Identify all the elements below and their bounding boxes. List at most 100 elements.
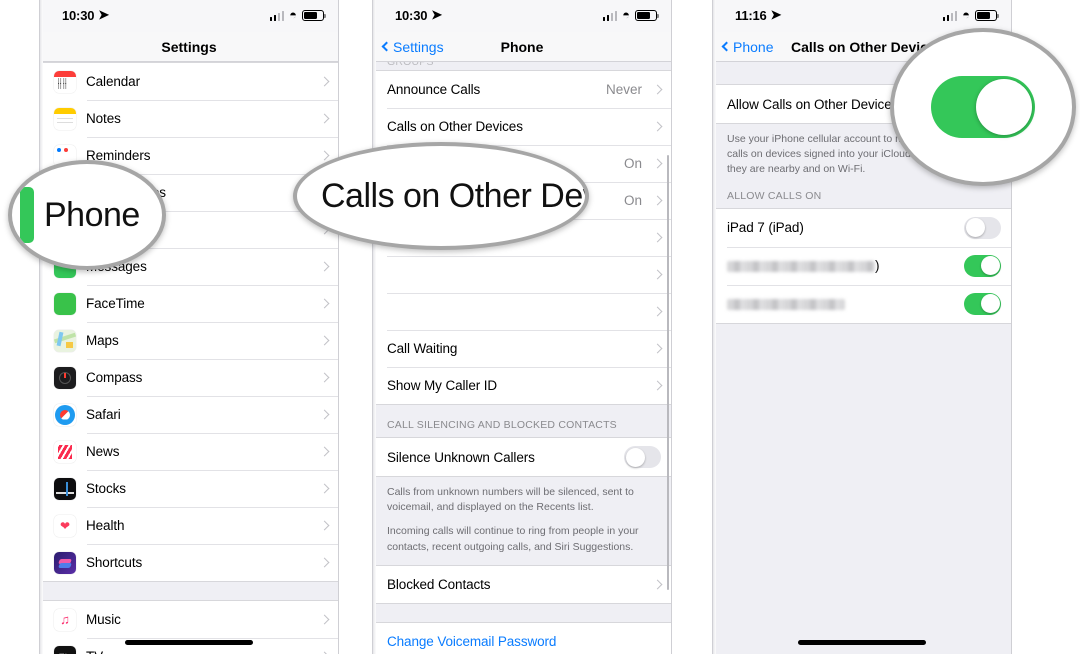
row-blocked-contacts[interactable]: Blocked Contacts [373, 565, 671, 603]
row-label: Stocks [86, 481, 126, 496]
status-bar: 10:30 ➤ ◓ [40, 0, 338, 32]
back-button[interactable]: Phone [721, 39, 773, 55]
status-indicators: ◓ [942, 7, 1000, 22]
row-label: Show My Caller ID [387, 378, 498, 393]
chevron-right-icon [652, 121, 663, 132]
chevron-right-icon [319, 261, 330, 272]
row-call-waiting[interactable]: Call Waiting [373, 330, 671, 367]
status-time-text: 10:30 [395, 8, 428, 23]
cellular-bars-icon [942, 10, 958, 21]
chevron-right-icon [652, 269, 663, 280]
facetime-app-icon [54, 292, 76, 315]
row-device-ipad7[interactable]: iPad 7 (iPad) [713, 208, 1011, 247]
row-label: Shortcuts [86, 555, 143, 570]
footnote-line-1: Calls from unknown numbers will be silen… [387, 486, 634, 514]
row-extra-3[interactable] [373, 293, 671, 330]
allow-calls-on-header: ALLOW CALLS ON [727, 189, 822, 202]
chevron-right-icon [319, 335, 330, 346]
settings-scroll-area[interactable]: ⠿⠿ ⠿⠿ Calendar Notes Reminders Messages … [40, 62, 338, 654]
sidebar-item-facetime[interactable]: FaceTime [40, 285, 338, 322]
devices-section: iPad 7 (iPad) ) [713, 207, 1011, 324]
allow-calls-toggle-zoom [931, 76, 1035, 138]
screenshot-stage: 10:30 ➤ ◓ Settings ⠿⠿ ⠿⠿ Calendar Notes … [0, 0, 1080, 654]
chevron-right-icon [319, 483, 330, 494]
status-time-text: 11:16 [735, 8, 767, 23]
chevron-right-icon [319, 76, 330, 87]
row-calls-on-other-devices[interactable]: Calls on Other Devices [373, 108, 671, 145]
row-silence-unknown-callers[interactable]: Silence Unknown Callers [373, 438, 671, 476]
sidebar-item-calendar[interactable]: ⠿⠿ ⠿⠿ Calendar [40, 63, 338, 100]
apps-section-2: ♫ Music tv TV [40, 600, 338, 654]
row-label: Blocked Contacts [387, 576, 491, 592]
sidebar-item-maps[interactable]: Maps [40, 322, 338, 359]
chevron-right-icon [319, 298, 330, 309]
row-label: News [86, 444, 120, 459]
wifi-icon: ◓ [962, 7, 970, 22]
sidebar-item-news[interactable]: News [40, 433, 338, 470]
status-time: 11:16 ➤ [735, 7, 781, 24]
sidebar-item-health[interactable]: ❤ Health [40, 507, 338, 544]
tv-app-icon: tv [54, 645, 76, 654]
battery-icon [975, 10, 1000, 21]
battery-icon [302, 10, 327, 21]
page-title: Settings [161, 38, 217, 55]
news-app-icon [54, 440, 76, 463]
chevron-right-icon [652, 232, 663, 243]
device-toggle[interactable] [964, 216, 1001, 239]
row-show-my-caller-id[interactable]: Show My Caller ID [373, 367, 671, 404]
device-toggle[interactable] [964, 254, 1001, 277]
magnifier-text: Calls on Other Dev [321, 176, 589, 215]
redacted-device-name [727, 299, 845, 311]
row-label: iPad 7 (iPad) [727, 220, 804, 236]
home-indicator [798, 640, 926, 645]
row-extra-2[interactable] [373, 256, 671, 293]
row-value: Never [605, 82, 642, 97]
silence-unknown-callers-toggle[interactable] [624, 446, 661, 468]
chevron-right-icon [652, 158, 663, 169]
row-device-redacted-1[interactable]: ) [713, 246, 1011, 285]
music-app-icon: ♫ [54, 608, 76, 631]
sidebar-item-safari[interactable]: Safari [40, 396, 338, 433]
redacted-device-name [727, 261, 875, 273]
row-change-voicemail-password[interactable]: Change Voicemail Password [373, 622, 671, 654]
safari-app-icon [54, 403, 76, 426]
phone-1-settings: 10:30 ➤ ◓ Settings ⠿⠿ ⠿⠿ Calendar Notes … [39, 0, 339, 654]
sidebar-item-compass[interactable]: Compass [40, 359, 338, 396]
chevron-right-icon [319, 557, 330, 568]
chevron-right-icon [319, 409, 330, 420]
row-device-redacted-2[interactable] [713, 284, 1011, 323]
stocks-app-icon [54, 477, 76, 500]
device-name-suffix: ) [875, 258, 880, 274]
magnifier-text: Phone [44, 195, 140, 234]
row-label: Music [86, 612, 121, 627]
chevron-right-icon [319, 520, 330, 531]
back-button[interactable]: Settings [381, 39, 444, 55]
sidebar-item-stocks[interactable]: Stocks [40, 470, 338, 507]
row-label: Safari [86, 407, 121, 422]
row-label: FaceTime [86, 296, 145, 311]
chevron-right-icon [652, 380, 663, 391]
call-silencing-header: CALL SILENCING AND BLOCKED CONTACTS [387, 419, 617, 431]
row-label: Maps [86, 333, 119, 348]
row-announce-calls[interactable]: Announce Calls Never [373, 71, 671, 108]
status-indicators: ◓ [269, 7, 327, 22]
wifi-icon: ◓ [289, 7, 297, 22]
group-header-clipped: GROUPS [373, 62, 671, 70]
chevron-right-icon [319, 113, 330, 124]
status-bar: 10:30 ➤ ◓ [373, 0, 671, 32]
sidebar-item-shortcuts[interactable]: Shortcuts [40, 544, 338, 581]
sidebar-item-music[interactable]: ♫ Music [40, 601, 338, 638]
row-label: Change Voicemail Password [387, 633, 557, 649]
status-time: 10:30 ➤ [62, 7, 109, 24]
magnifier-allow-calls-toggle [890, 28, 1076, 186]
cellular-bars-icon [602, 10, 618, 21]
chevron-right-icon [652, 306, 663, 317]
vertical-scrollbar[interactable] [666, 155, 669, 590]
magnifier-calls-on-other-devices: Calls on Other Dev [293, 142, 589, 250]
device-toggle[interactable] [964, 292, 1001, 315]
status-indicators: ◓ [602, 8, 660, 22]
sidebar-item-notes[interactable]: Notes [40, 100, 338, 137]
silencing-footnote: Calls from unknown numbers will be silen… [373, 477, 671, 565]
